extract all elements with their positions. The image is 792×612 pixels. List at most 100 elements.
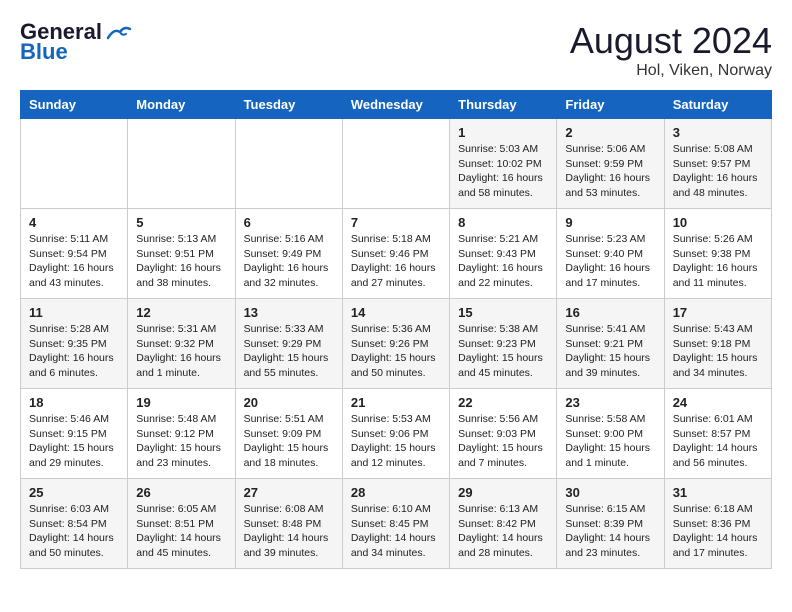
day-number: 14 xyxy=(351,305,441,320)
day-header-sunday: Sunday xyxy=(21,91,128,119)
cell-content: Sunrise: 6:15 AM Sunset: 8:39 PM Dayligh… xyxy=(565,502,655,561)
title-block: August 2024 Hol, Viken, Norway xyxy=(570,20,772,80)
cell-content: Sunrise: 5:33 AM Sunset: 9:29 PM Dayligh… xyxy=(244,322,334,381)
calendar-cell: 24Sunrise: 6:01 AM Sunset: 8:57 PM Dayli… xyxy=(664,389,771,479)
week-row-1: 1Sunrise: 5:03 AM Sunset: 10:02 PM Dayli… xyxy=(21,119,772,209)
cell-content: Sunrise: 5:41 AM Sunset: 9:21 PM Dayligh… xyxy=(565,322,655,381)
calendar-cell: 21 Sunrise: 5:53 AM Sunset: 9:06 PM Dayli… xyxy=(342,389,449,479)
day-header-monday: Monday xyxy=(128,91,235,119)
day-number: 5 xyxy=(136,215,226,230)
cell-content: Sunrise: 5:08 AM Sunset: 9:57 PM Dayligh… xyxy=(673,142,763,201)
week-row-3: 11 Sunrise: 5:28 AM Sunset: 9:35 PM Dayli… xyxy=(21,299,772,389)
calendar-cell: 29 Sunrise: 6:13 AM Sunset: 8:42 PM Dayli… xyxy=(450,479,557,569)
calendar-cell: 26 Sunrise: 6:05 AM Sunset: 8:51 PM Dayli… xyxy=(128,479,235,569)
calendar-cell: 4 Sunrise: 5:11 AM Sunset: 9:54 PM Daylig… xyxy=(21,209,128,299)
cell-content: Sunrise: 5:36 AM Sunset: 9:26 PM Dayligh… xyxy=(351,322,441,381)
day-number: 15 xyxy=(458,305,548,320)
calendar-cell: 18Sunrise: 5:46 AM Sunset: 9:15 PM Dayli… xyxy=(21,389,128,479)
calendar-cell: 12Sunrise: 5:31 AM Sunset: 9:32 PM Dayli… xyxy=(128,299,235,389)
day-number: 26 xyxy=(136,485,226,500)
cell-content: Sunrise: 5:03 AM Sunset: 10:02 PM Daylig… xyxy=(458,142,548,201)
cell-content: Sunrise: 5:53 AM Sunset: 9:06 PM Dayligh… xyxy=(351,412,441,471)
cell-content: Sunrise: 5:21 AM Sunset: 9:43 PM Dayligh… xyxy=(458,232,548,291)
day-number: 19 xyxy=(136,395,226,410)
calendar-cell: 15 Sunrise: 5:38 AM Sunset: 9:23 PM Dayli… xyxy=(450,299,557,389)
calendar-cell: 10Sunrise: 5:26 AM Sunset: 9:38 PM Dayli… xyxy=(664,209,771,299)
cell-content: Sunrise: 5:13 AM Sunset: 9:51 PM Dayligh… xyxy=(136,232,226,291)
calendar-cell: 9Sunrise: 5:23 AM Sunset: 9:40 PM Daylig… xyxy=(557,209,664,299)
day-number: 2 xyxy=(565,125,655,140)
calendar-cell: 30Sunrise: 6:15 AM Sunset: 8:39 PM Dayli… xyxy=(557,479,664,569)
calendar-cell: 6 Sunrise: 5:16 AM Sunset: 9:49 PM Daylig… xyxy=(235,209,342,299)
day-header-saturday: Saturday xyxy=(664,91,771,119)
cell-content: Sunrise: 5:56 AM Sunset: 9:03 PM Dayligh… xyxy=(458,412,548,471)
day-header-wednesday: Wednesday xyxy=(342,91,449,119)
month-year-title: August 2024 xyxy=(570,20,772,62)
day-number: 3 xyxy=(673,125,763,140)
page-header: General Blue August 2024 Hol, Viken, Nor… xyxy=(20,20,772,80)
calendar-cell xyxy=(21,119,128,209)
cell-content: Sunrise: 5:48 AM Sunset: 9:12 PM Dayligh… xyxy=(136,412,226,471)
day-number: 27 xyxy=(244,485,334,500)
logo-blue-text: Blue xyxy=(20,40,68,64)
day-number: 4 xyxy=(29,215,119,230)
day-header-thursday: Thursday xyxy=(450,91,557,119)
calendar-cell: 13 Sunrise: 5:33 AM Sunset: 9:29 PM Dayli… xyxy=(235,299,342,389)
logo: General Blue xyxy=(20,20,132,64)
calendar-cell: 1Sunrise: 5:03 AM Sunset: 10:02 PM Dayli… xyxy=(450,119,557,209)
day-number: 6 xyxy=(244,215,334,230)
cell-content: Sunrise: 5:28 AM Sunset: 9:35 PM Dayligh… xyxy=(29,322,119,381)
day-header-tuesday: Tuesday xyxy=(235,91,342,119)
calendar-cell: 16 Sunrise: 5:41 AM Sunset: 9:21 PM Dayli… xyxy=(557,299,664,389)
day-number: 25 xyxy=(29,485,119,500)
day-number: 29 xyxy=(458,485,548,500)
cell-content: Sunrise: 5:43 AM Sunset: 9:18 PM Dayligh… xyxy=(673,322,763,381)
calendar-cell xyxy=(235,119,342,209)
calendar-cell: 8 Sunrise: 5:21 AM Sunset: 9:43 PM Daylig… xyxy=(450,209,557,299)
calendar-cell: 28 Sunrise: 6:10 AM Sunset: 8:45 PM Dayli… xyxy=(342,479,449,569)
cell-content: Sunrise: 5:06 AM Sunset: 9:59 PM Dayligh… xyxy=(565,142,655,201)
calendar-cell: 23 Sunrise: 5:58 AM Sunset: 9:00 PM Dayli… xyxy=(557,389,664,479)
day-number: 16 xyxy=(565,305,655,320)
cell-content: Sunrise: 6:05 AM Sunset: 8:51 PM Dayligh… xyxy=(136,502,226,561)
cell-content: Sunrise: 6:18 AM Sunset: 8:36 PM Dayligh… xyxy=(673,502,763,561)
calendar-cell: 17 Sunrise: 5:43 AM Sunset: 9:18 PM Dayli… xyxy=(664,299,771,389)
cell-content: Sunrise: 5:46 AM Sunset: 9:15 PM Dayligh… xyxy=(29,412,119,471)
day-header-row: SundayMondayTuesdayWednesdayThursdayFrid… xyxy=(21,91,772,119)
cell-content: Sunrise: 5:51 AM Sunset: 9:09 PM Dayligh… xyxy=(244,412,334,471)
calendar-cell: 27 Sunrise: 6:08 AM Sunset: 8:48 PM Dayli… xyxy=(235,479,342,569)
day-number: 12 xyxy=(136,305,226,320)
day-number: 11 xyxy=(29,305,119,320)
calendar-cell: 22 Sunrise: 5:56 AM Sunset: 9:03 PM Dayli… xyxy=(450,389,557,479)
day-number: 13 xyxy=(244,305,334,320)
calendar-cell xyxy=(128,119,235,209)
day-number: 22 xyxy=(458,395,548,410)
calendar-cell: 14 Sunrise: 5:36 AM Sunset: 9:26 PM Dayli… xyxy=(342,299,449,389)
calendar-cell xyxy=(342,119,449,209)
cell-content: Sunrise: 5:18 AM Sunset: 9:46 PM Dayligh… xyxy=(351,232,441,291)
day-number: 23 xyxy=(565,395,655,410)
day-number: 21 xyxy=(351,395,441,410)
calendar-cell: 2 Sunrise: 5:06 AM Sunset: 9:59 PM Daylig… xyxy=(557,119,664,209)
day-number: 17 xyxy=(673,305,763,320)
calendar-cell: 7 Sunrise: 5:18 AM Sunset: 9:46 PM Daylig… xyxy=(342,209,449,299)
location-subtitle: Hol, Viken, Norway xyxy=(570,62,772,80)
day-number: 20 xyxy=(244,395,334,410)
day-number: 28 xyxy=(351,485,441,500)
cell-content: Sunrise: 5:26 AM Sunset: 9:38 PM Dayligh… xyxy=(673,232,763,291)
cell-content: Sunrise: 6:10 AM Sunset: 8:45 PM Dayligh… xyxy=(351,502,441,561)
cell-content: Sunrise: 5:58 AM Sunset: 9:00 PM Dayligh… xyxy=(565,412,655,471)
cell-content: Sunrise: 6:03 AM Sunset: 8:54 PM Dayligh… xyxy=(29,502,119,561)
day-number: 8 xyxy=(458,215,548,230)
logo-bird-icon xyxy=(104,24,132,42)
day-number: 7 xyxy=(351,215,441,230)
calendar-table: SundayMondayTuesdayWednesdayThursdayFrid… xyxy=(20,90,772,569)
cell-content: Sunrise: 6:08 AM Sunset: 8:48 PM Dayligh… xyxy=(244,502,334,561)
cell-content: Sunrise: 6:13 AM Sunset: 8:42 PM Dayligh… xyxy=(458,502,548,561)
calendar-cell: 3 Sunrise: 5:08 AM Sunset: 9:57 PM Daylig… xyxy=(664,119,771,209)
cell-content: Sunrise: 5:11 AM Sunset: 9:54 PM Dayligh… xyxy=(29,232,119,291)
day-header-friday: Friday xyxy=(557,91,664,119)
cell-content: Sunrise: 5:38 AM Sunset: 9:23 PM Dayligh… xyxy=(458,322,548,381)
week-row-5: 25 Sunrise: 6:03 AM Sunset: 8:54 PM Dayli… xyxy=(21,479,772,569)
cell-content: Sunrise: 5:16 AM Sunset: 9:49 PM Dayligh… xyxy=(244,232,334,291)
